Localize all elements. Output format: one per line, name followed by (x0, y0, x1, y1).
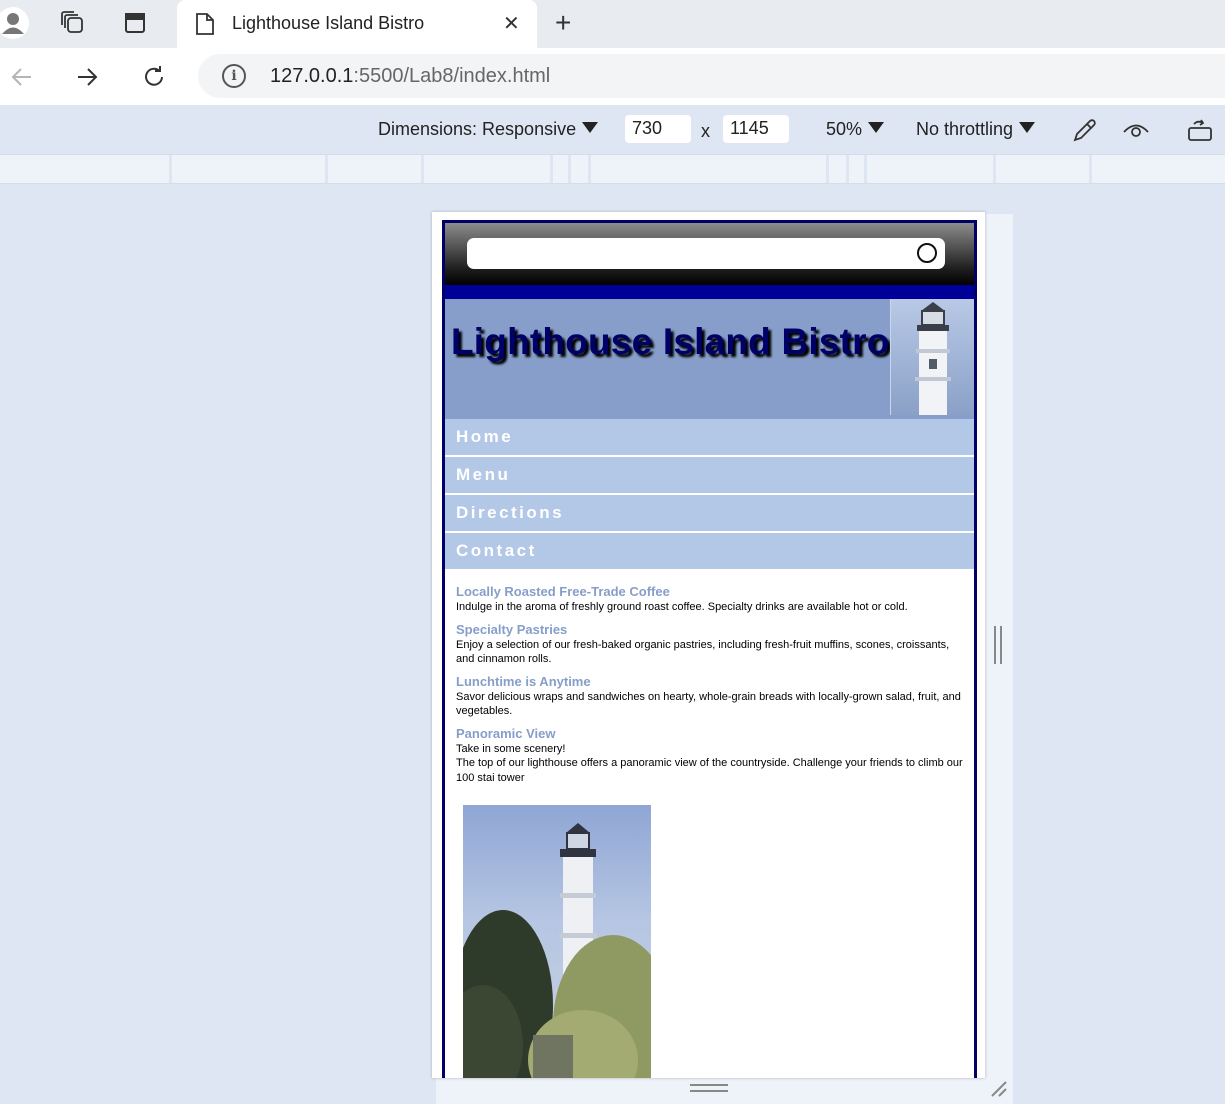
zoom-dropdown[interactable]: 50% (826, 119, 885, 140)
section-text: Enjoy a selection of our fresh-baked org… (456, 638, 950, 666)
workspaces-icon[interactable] (56, 6, 90, 40)
caret-down-icon (582, 122, 599, 133)
section-heading: Locally Roasted Free-Trade Coffee (456, 584, 670, 599)
resize-handle-horizontal[interactable] (690, 1084, 728, 1092)
tab-actions-icon[interactable] (118, 6, 152, 40)
tab-strip: Lighthouse Island Bistro ✕ + (0, 0, 1225, 48)
main-content: Locally Roasted Free-Trade Coffee Indulg… (445, 571, 974, 1078)
section-text: Take in some scenery! (456, 742, 566, 755)
nav-item-menu[interactable]: Menu (445, 457, 974, 495)
section-heading: Lunchtime is Anytime (456, 673, 591, 689)
section-text: The top of our lighthouse offers a panor… (456, 757, 963, 784)
page-icon (195, 12, 215, 41)
resize-handle-vertical[interactable] (994, 626, 1002, 664)
search-bar (445, 223, 974, 285)
info-icon[interactable]: i (222, 64, 246, 88)
forward-icon[interactable] (70, 60, 104, 94)
back-icon[interactable] (5, 60, 39, 94)
caret-down-icon (1019, 122, 1036, 133)
profile-icon[interactable] (0, 6, 30, 40)
device-toolbar: Dimensions: Responsive 730 x 1145 50% No… (0, 105, 1225, 154)
eyedropper-icon[interactable] (1072, 117, 1098, 148)
site-header: Lighthouse Island Bistro (445, 299, 974, 419)
section-heading: Specialty Pastries (456, 621, 568, 637)
search-input[interactable] (467, 238, 945, 269)
section-text: Savor delicious wraps and sandwiches on … (456, 690, 961, 718)
section-text: Indulge in the aroma of freshly ground r… (456, 601, 908, 613)
dimension-separator: x (701, 121, 710, 141)
width-input[interactable]: 730 (625, 115, 691, 143)
corner-resize-icon[interactable] (988, 1078, 1008, 1098)
address-bar[interactable]: i 127.0.0.1:5500/Lab8/index.html (198, 54, 1225, 98)
throttling-dropdown[interactable]: No throttling (916, 119, 1036, 140)
lighthouse-photo (463, 805, 651, 1078)
header-stripe (445, 285, 974, 299)
rotate-icon[interactable] (1186, 117, 1216, 148)
new-tab-icon[interactable]: + (555, 9, 571, 37)
search-icon[interactable] (917, 243, 937, 263)
browser-toolbar: i 127.0.0.1:5500/Lab8/index.html (0, 48, 1225, 105)
eye-icon[interactable] (1122, 118, 1150, 147)
active-tab[interactable]: Lighthouse Island Bistro ✕ (177, 0, 537, 48)
lighthouse-logo (890, 299, 974, 415)
page-wrapper: Lighthouse Island Bistro Home Menu Direc… (442, 220, 977, 1078)
dimensions-dropdown[interactable]: Dimensions: Responsive (378, 119, 599, 140)
nav-item-home[interactable]: Home (445, 419, 974, 457)
nav-item-contact[interactable]: Contact (445, 533, 974, 571)
section-heading: Panoramic View (456, 725, 556, 741)
tab-title: Lighthouse Island Bistro (232, 13, 425, 33)
emulated-viewport: Lighthouse Island Bistro Home Menu Direc… (432, 212, 985, 1078)
reload-icon[interactable] (137, 60, 171, 94)
caret-down-icon (868, 122, 885, 133)
url-text[interactable]: 127.0.0.1:5500/Lab8/index.html (270, 65, 550, 88)
media-query-bar[interactable] (0, 154, 1225, 184)
nav-item-directions[interactable]: Directions (445, 495, 974, 533)
height-input[interactable]: 1145 (723, 115, 789, 143)
close-icon[interactable]: ✕ (503, 14, 520, 34)
page-title: Lighthouse Island Bistro (451, 321, 890, 362)
